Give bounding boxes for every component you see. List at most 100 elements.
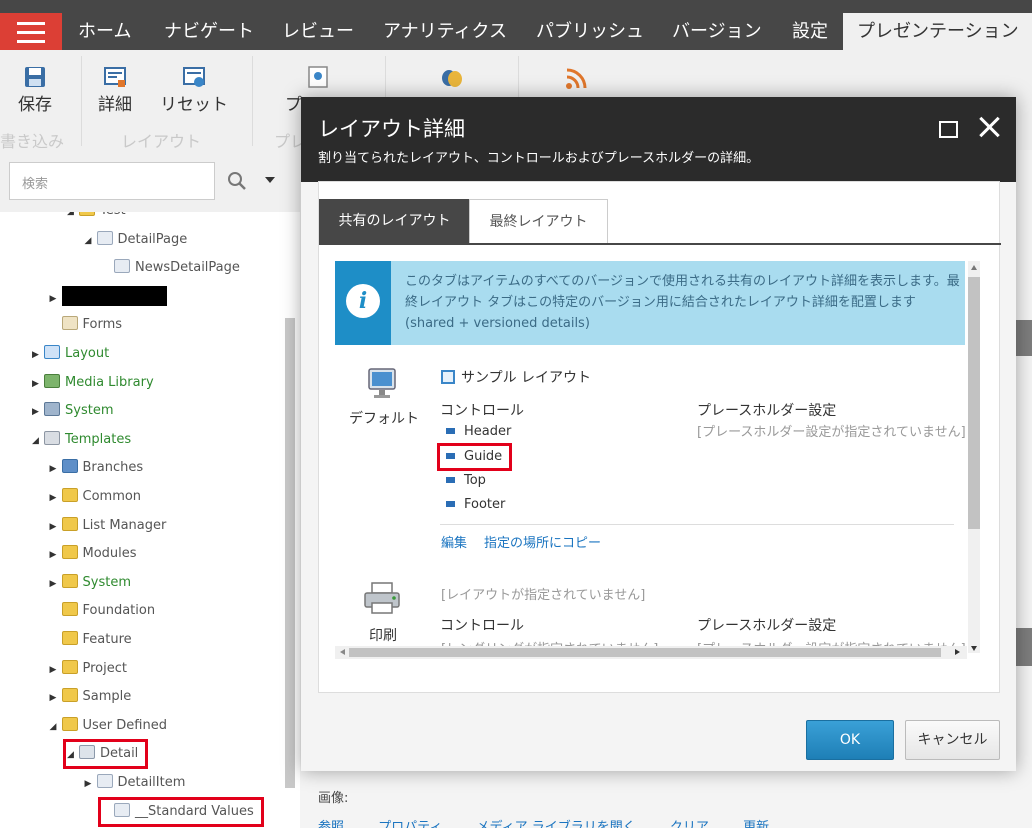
layout-reset-icon (183, 67, 205, 87)
collapse-arrow-icon[interactable]: ◢ (32, 430, 44, 452)
expand-arrow-icon[interactable]: ▶ (50, 516, 62, 538)
tab-analytics[interactable]: アナリティクス (377, 13, 513, 51)
vertical-scroll-thumb[interactable] (968, 277, 980, 529)
scroll-right-icon[interactable] (955, 649, 960, 655)
expand-arrow-icon[interactable]: ▶ (32, 373, 44, 395)
expand-arrow-icon[interactable]: ▶ (50, 544, 62, 566)
page-icon (96, 230, 113, 245)
control-item-footer[interactable]: Footer (441, 495, 511, 515)
hamburger-menu-button[interactable] (0, 13, 62, 51)
folder-icon (61, 688, 78, 703)
tree-item[interactable]: ▶ Project (50, 658, 127, 680)
tree-item-label: Media Library (65, 374, 154, 390)
rss-feed-icon[interactable] (565, 68, 587, 90)
refresh-link[interactable]: 更新 (743, 820, 769, 828)
folder-icon (61, 631, 78, 645)
reset-button[interactable]: リセット (160, 66, 228, 115)
search-input[interactable]: 検索 (9, 162, 215, 200)
tab-shared-layout[interactable]: 共有のレイアウト (319, 199, 470, 243)
close-icon[interactable] (978, 116, 1000, 138)
tree-item[interactable]: ▶ Sample (50, 686, 131, 709)
expand-arrow-icon[interactable]: ▶ (32, 344, 44, 366)
ok-button[interactable]: OK (806, 720, 894, 760)
clear-link[interactable]: クリア (670, 820, 709, 828)
tree-item[interactable]: Forms (50, 314, 122, 336)
tree-item[interactable]: ▶ Layout (32, 343, 109, 365)
tree-item-label: Branches (82, 460, 144, 476)
horizontal-scroll-thumb[interactable] (349, 648, 941, 657)
floppy-disk-icon (25, 67, 45, 87)
collapse-arrow-icon[interactable]: ◢ (85, 230, 97, 252)
save-button[interactable]: 保存 (18, 66, 52, 115)
control-item-header[interactable]: Header (441, 422, 517, 442)
tree-item[interactable]: ◢ DetailPage (85, 229, 187, 252)
cancel-button[interactable]: キャンセル (905, 720, 1000, 760)
ribbon-group-write: 書き込み (0, 132, 65, 151)
scroll-down-icon[interactable] (971, 646, 977, 651)
tree-item[interactable]: ▶ System (50, 572, 131, 594)
tab-versions[interactable]: バージョン (666, 13, 768, 51)
tab-review[interactable]: レビュー (276, 13, 360, 51)
control-icon (446, 428, 455, 434)
expand-arrow-icon[interactable]: ▶ (50, 487, 62, 509)
tree-item[interactable]: __Standard Values (98, 796, 264, 827)
collapse-arrow-icon[interactable]: ◢ (67, 744, 79, 766)
tree-scrollbar[interactable] (285, 318, 295, 788)
detail-button[interactable]: 詳細 (98, 66, 132, 115)
tree-item-label: DetailItem (117, 775, 186, 790)
ribbon-separator (252, 56, 253, 146)
collapse-arrow-icon[interactable]: ◢ (50, 716, 62, 738)
theater-masks-icon[interactable] (440, 68, 464, 90)
properties-link[interactable]: プロパティ (378, 820, 442, 828)
open-media-library-link[interactable]: メディア ライブラリを開く (477, 820, 636, 828)
expand-arrow-icon[interactable]: ▶ (50, 573, 62, 595)
collapse-arrow-icon[interactable]: ◢ (67, 212, 79, 223)
tree-item[interactable]: Foundation (50, 600, 155, 622)
tree-item[interactable]: Feature (50, 629, 132, 651)
tab-presentation[interactable]: プレゼンテーション (843, 13, 1032, 51)
search-icon[interactable] (226, 170, 248, 192)
browse-link[interactable]: 参照 (318, 820, 344, 828)
chevron-down-icon[interactable] (265, 177, 275, 183)
tree-item[interactable]: ▶ Modules (50, 543, 137, 565)
tree-item[interactable]: ▶ Common (50, 486, 141, 509)
device-default-label: デフォルト (349, 411, 419, 427)
edit-link[interactable]: 編集 (441, 532, 467, 551)
expand-arrow-icon[interactable]: ▶ (50, 659, 62, 681)
tree-item[interactable]: ▶ List Manager (50, 515, 167, 538)
control-item-guide[interactable]: Guide (436, 443, 513, 471)
tree-item[interactable]: ◢ User Defined (50, 715, 167, 737)
tree-item-label: Modules (82, 546, 137, 562)
tab-navigate[interactable]: ナビゲート (158, 13, 260, 51)
print-placeholder-heading: プレースホルダー設定 (697, 618, 837, 634)
tab-final-layout[interactable]: 最終レイアウト (469, 199, 608, 243)
tree-item[interactable]: NewsDetailPage (102, 257, 240, 279)
copy-to-link[interactable]: 指定の場所にコピー (484, 532, 601, 551)
tree-item[interactable]: ◢ Detail (62, 739, 149, 770)
layout-name[interactable]: サンプル レイアウト (441, 367, 591, 387)
maximize-icon[interactable] (939, 121, 958, 138)
control-item-top[interactable]: Top (441, 471, 492, 491)
dialog-title: レイアウト詳細 (318, 117, 465, 141)
tree-item[interactable]: ▶ Media Library (32, 372, 154, 394)
folder-icon (61, 573, 78, 588)
scroll-left-icon[interactable] (340, 649, 345, 655)
tree-item[interactable]: ▶ DetailItem (85, 772, 186, 795)
dialog-subtitle: 割り当てられたレイアウト、コントロールおよびプレースホルダーの詳細。 (318, 151, 760, 166)
expand-arrow-icon[interactable]: ▶ (50, 288, 62, 310)
tab-publish[interactable]: パブリッシュ (530, 13, 650, 51)
tree-item[interactable]: ▶ Branches (50, 457, 144, 480)
expand-arrow-icon[interactable]: ▶ (50, 687, 62, 709)
tab-settings[interactable]: 設定 (786, 13, 834, 51)
expand-arrow-icon[interactable]: ▶ (85, 773, 97, 795)
tree-item[interactable]: ◢ Templates (32, 429, 131, 451)
expand-arrow-icon[interactable]: ▶ (32, 401, 44, 423)
scroll-up-icon[interactable] (971, 265, 977, 270)
ribbon-separator (81, 56, 82, 146)
tree-item-label: List Manager (82, 517, 167, 533)
tree-item[interactable]: ◢ Test (67, 212, 126, 222)
tree-item[interactable]: ▶ (50, 285, 167, 310)
tree-item[interactable]: ▶ System (32, 400, 113, 422)
expand-arrow-icon[interactable]: ▶ (50, 458, 62, 480)
tab-home[interactable]: ホーム (72, 13, 137, 51)
